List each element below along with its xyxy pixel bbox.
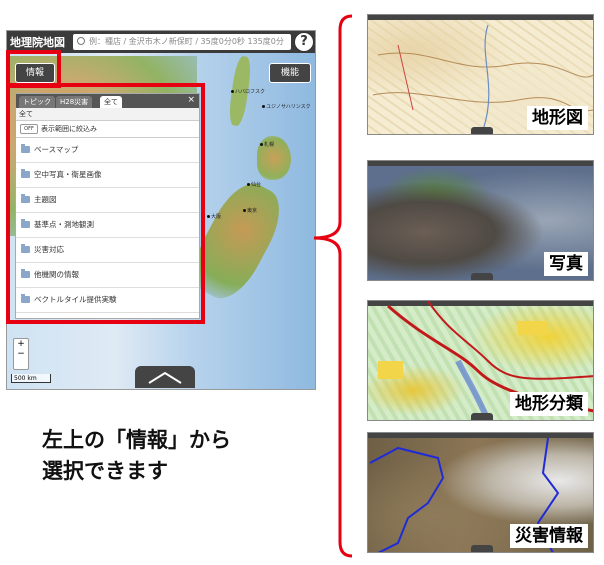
search-icon — [77, 37, 85, 45]
zoom-control: + − — [13, 338, 29, 370]
thumbnail-toolbar — [368, 161, 593, 166]
info-panel-highlight — [6, 83, 205, 324]
thumbnail-label: 災害情報 — [510, 524, 588, 548]
thumbnail-landform-classification: 地形分類 — [367, 300, 594, 421]
city-label: 仙台 — [247, 181, 261, 188]
city-label: 大阪 — [207, 213, 221, 220]
city-label: 札幌 — [260, 141, 274, 148]
site-title: 地理院地図 — [10, 36, 65, 49]
search-input[interactable]: 例：種店 / 金沢市木ノ新保町 / 35度0分0秒 135度0分 — [73, 34, 291, 50]
thumbnail-label: 写真 — [544, 252, 588, 276]
zoom-out-button[interactable]: − — [14, 349, 28, 359]
thumbnail-topographic-map: 地形図 — [367, 14, 594, 135]
chevron-up-icon — [471, 413, 493, 420]
city-label: 東京 — [243, 207, 257, 214]
thumbnail-disaster-info: 災害情報 — [367, 432, 594, 553]
chevron-up-icon — [471, 273, 493, 280]
zoom-in-button[interactable]: + — [14, 339, 28, 349]
chevron-up-icon — [471, 127, 493, 134]
thumbnail-aerial-photo: 写真 — [367, 160, 594, 281]
bottom-drawer-handle[interactable] — [135, 366, 195, 388]
curly-bracket — [313, 14, 353, 558]
caption-text: 左上の「情報」から 選択できます — [42, 428, 231, 483]
thumbnail-label: 地形図 — [527, 106, 588, 130]
chevron-up-icon — [148, 371, 182, 384]
scale-bar: 500 km — [11, 374, 51, 383]
thumbnail-label: 地形分類 — [510, 392, 588, 416]
city-label: ハバロフスク — [231, 88, 265, 95]
chevron-up-icon — [471, 545, 493, 552]
